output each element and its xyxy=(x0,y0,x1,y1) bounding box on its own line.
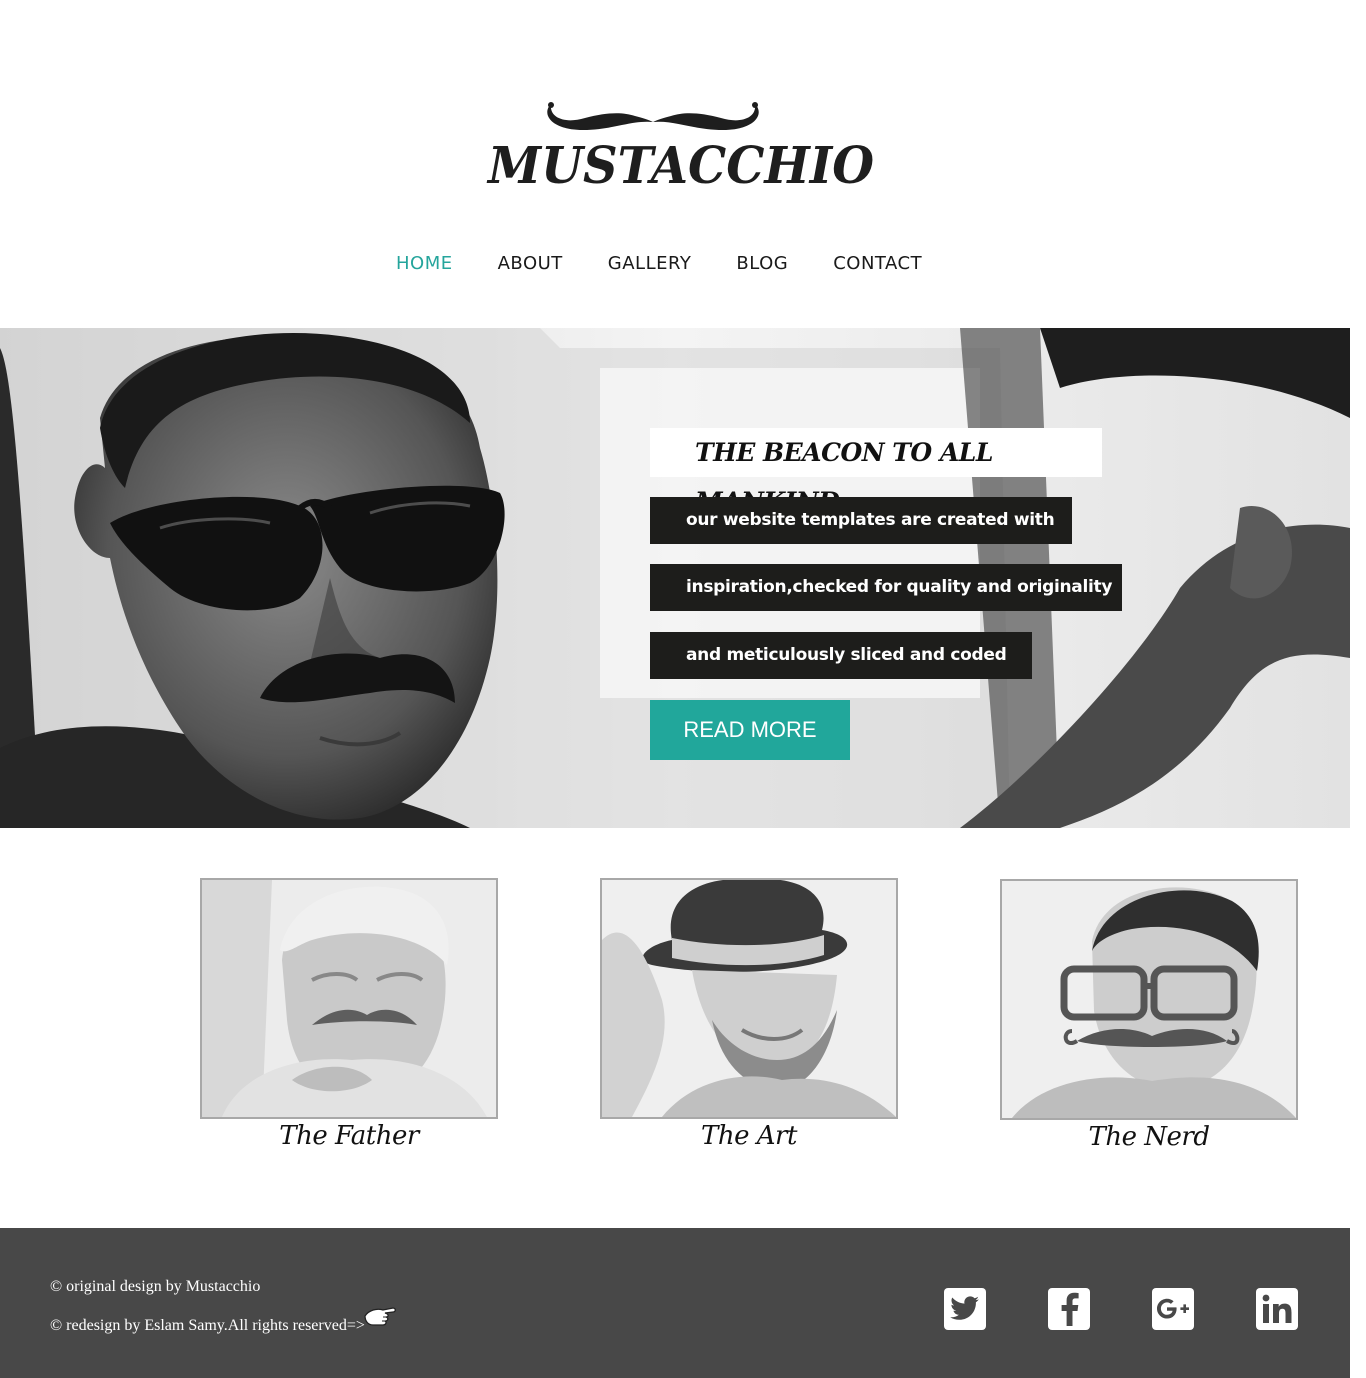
card-nerd[interactable]: The Nerd xyxy=(1000,879,1298,1152)
logo-text: MUSTACCHIO xyxy=(488,136,875,196)
linkedin-icon[interactable] xyxy=(1256,1288,1298,1330)
card-caption: The Art xyxy=(701,1121,797,1151)
art-photo xyxy=(602,880,896,1117)
google-plus-icon[interactable] xyxy=(1152,1288,1194,1330)
hero-title: THE BEACON TO ALL MANKIND xyxy=(650,428,1102,516)
hero-line-3: and meticulously sliced and coded xyxy=(650,632,1032,679)
mustache-icon xyxy=(547,102,759,130)
father-photo xyxy=(202,880,496,1117)
card-photo xyxy=(600,878,898,1119)
nav-item-blog[interactable]: BLOG xyxy=(736,252,788,278)
original-credit: © original design by Mustacchio xyxy=(50,1278,261,1295)
footer xyxy=(0,1228,1350,1378)
card-caption: The Nerd xyxy=(1088,1122,1210,1152)
nav-item-gallery[interactable]: GALLERY xyxy=(608,252,692,278)
nerd-photo xyxy=(1002,881,1296,1118)
nav-item-home[interactable]: HOME xyxy=(396,252,453,278)
main-nav: HOME ABOUT GALLERY BLOG CONTACT xyxy=(396,252,967,278)
read-more-button[interactable]: READ MORE xyxy=(650,700,850,760)
card-art[interactable]: The Art xyxy=(600,878,898,1151)
redesign-credit: © redesign by Eslam Samy.All rights rese… xyxy=(50,1317,365,1334)
facebook-icon[interactable] xyxy=(1048,1288,1090,1330)
card-photo xyxy=(200,878,498,1119)
nav-item-contact[interactable]: CONTACT xyxy=(833,252,922,278)
card-caption: The Father xyxy=(279,1121,419,1151)
card-photo xyxy=(1000,879,1298,1120)
hero-line-2: inspiration,checked for quality and orig… xyxy=(650,564,1122,611)
nav-item-about[interactable]: ABOUT xyxy=(498,252,563,278)
pointing-hand-icon xyxy=(364,1307,396,1326)
hero-line-1: our website templates are created with xyxy=(650,497,1072,544)
card-father[interactable]: The Father xyxy=(200,878,498,1151)
site-logo[interactable]: MUSTACCHIO xyxy=(488,100,875,200)
twitter-icon[interactable] xyxy=(944,1288,986,1330)
